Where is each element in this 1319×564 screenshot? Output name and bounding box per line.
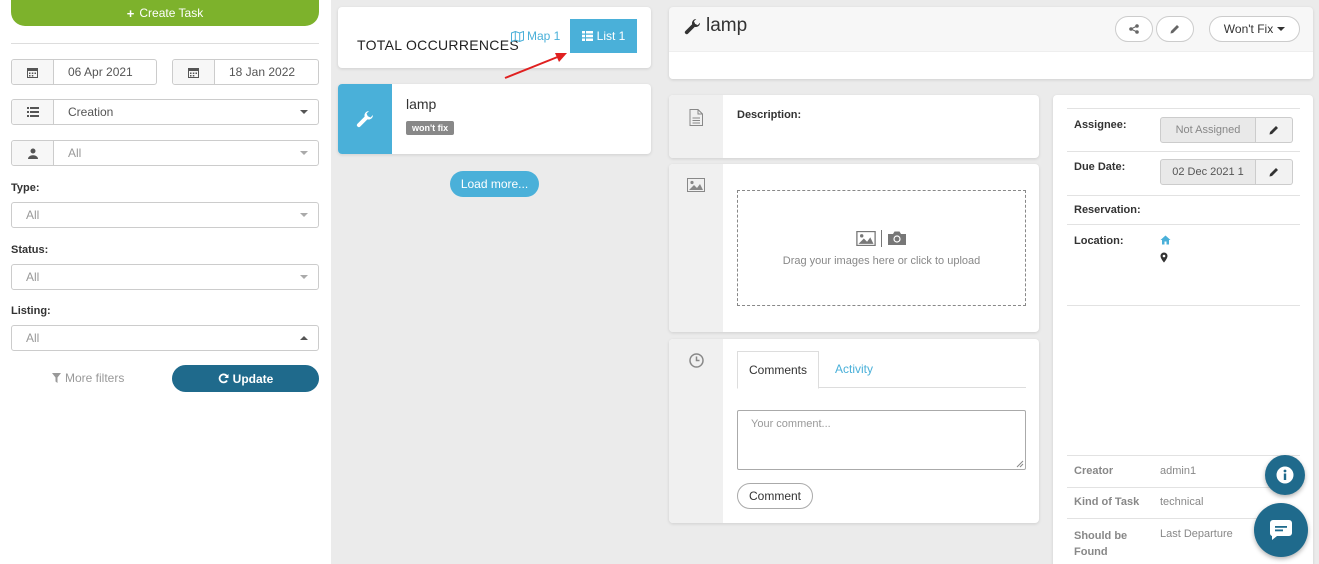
edit-button[interactable]: [1156, 16, 1194, 42]
kind-of-task-value: technical: [1160, 496, 1204, 508]
due-date-label: Due Date:: [1074, 161, 1126, 173]
image-upload-dropzone[interactable]: Drag your images here or click to upload: [737, 190, 1026, 306]
edit-assignee-button[interactable]: [1256, 117, 1293, 143]
calendar-icon: [12, 60, 54, 84]
info-fab-button[interactable]: [1265, 455, 1305, 495]
update-button[interactable]: Update: [172, 365, 319, 392]
chevron-down-icon: [300, 151, 308, 155]
creator-value: admin1: [1160, 465, 1197, 477]
due-date-field[interactable]: 02 Dec 2021 1: [1160, 159, 1293, 185]
listing-select[interactable]: All: [11, 325, 319, 351]
tab-comments[interactable]: Comments: [737, 351, 819, 389]
chevron-up-icon: [300, 336, 308, 340]
document-icon: [669, 95, 723, 158]
comment-button[interactable]: Comment: [737, 483, 813, 509]
divider: [1067, 224, 1300, 225]
comment-textarea[interactable]: Your comment...: [737, 410, 1026, 470]
home-icon: [1160, 235, 1171, 245]
type-select[interactable]: All: [11, 202, 319, 228]
divider: [1067, 455, 1300, 456]
load-more-button[interactable]: Load more...: [450, 171, 539, 197]
divider: [1067, 305, 1300, 306]
map-marker-icon: [1160, 252, 1168, 263]
divider: [1067, 108, 1300, 109]
create-task-button[interactable]: + Create Task: [11, 0, 319, 26]
wrench-icon: [338, 84, 392, 154]
edit-due-date-button[interactable]: [1256, 159, 1293, 185]
image-icon: [856, 230, 876, 246]
location-label: Location:: [1074, 235, 1124, 247]
status-badge: won't fix: [406, 121, 455, 135]
task-header-footer: [669, 51, 1313, 79]
filter-icon: [52, 373, 61, 383]
divider: [1067, 487, 1300, 488]
should-be-found-value: Last Departure: [1160, 528, 1233, 540]
assignee-field[interactable]: Not Assigned: [1160, 117, 1293, 143]
camera-icon: [888, 231, 906, 245]
separator: [881, 229, 882, 247]
image-icon: [669, 164, 723, 332]
type-label: Type:: [11, 182, 40, 194]
list-icon: [12, 100, 54, 124]
date-to-field[interactable]: 18 Jan 2022: [172, 59, 319, 85]
chat-icon: [1269, 520, 1292, 540]
description-label: Description:: [737, 109, 802, 121]
sort-select[interactable]: Creation: [11, 99, 319, 125]
map-icon: [511, 30, 524, 42]
pencil-icon: [1269, 168, 1278, 177]
chevron-down-icon: [300, 213, 308, 217]
chevron-down-icon: [300, 275, 308, 279]
divider: [1067, 195, 1300, 196]
divider: [1067, 151, 1300, 152]
reservation-label: Reservation:: [1074, 204, 1141, 216]
info-icon: [1276, 466, 1294, 484]
list-icon: [581, 31, 593, 41]
list-view-button[interactable]: List 1: [570, 19, 637, 53]
chevron-down-icon: [300, 110, 308, 114]
kind-of-task-label: Kind of Task: [1074, 496, 1140, 508]
share-icon: [1129, 24, 1139, 34]
user-select[interactable]: All: [11, 140, 319, 166]
creator-label: Creator: [1074, 465, 1114, 477]
chat-fab-button[interactable]: [1254, 503, 1308, 557]
pencil-icon: [1269, 126, 1278, 135]
user-icon: [12, 141, 54, 165]
description-section: [669, 95, 1039, 158]
listing-label: Listing:: [11, 305, 51, 317]
total-occurrences-label: TOTAL OCCURRENCES: [357, 37, 519, 53]
assignee-label: Assignee:: [1074, 119, 1127, 131]
upload-hint: Drag your images here or click to upload: [782, 254, 981, 267]
tab-activity[interactable]: Activity: [835, 362, 873, 376]
plus-icon: +: [126, 5, 135, 21]
divider: [11, 43, 319, 44]
wrench-icon: [684, 18, 701, 34]
share-button[interactable]: [1115, 16, 1153, 42]
clock-icon: [669, 339, 723, 523]
annotation-arrow: [504, 53, 567, 79]
calendar-icon: [173, 60, 215, 84]
status-dropdown[interactable]: Won't Fix: [1209, 16, 1300, 42]
date-from-field[interactable]: 06 Apr 2021: [11, 59, 157, 85]
map-view-link[interactable]: Map 1: [511, 29, 560, 43]
resize-handle-icon[interactable]: [1016, 460, 1024, 468]
status-select[interactable]: All: [11, 264, 319, 290]
chevron-down-icon: [1277, 27, 1286, 31]
refresh-icon: [218, 373, 229, 384]
task-title: lamp: [406, 96, 437, 112]
more-filters-button[interactable]: More filters: [52, 371, 124, 385]
status-label: Status:: [11, 244, 49, 256]
pencil-icon: [1170, 25, 1179, 34]
task-detail-title: lamp: [684, 15, 747, 37]
upload-icons: [856, 229, 907, 247]
should-be-found-label: Should be Found: [1074, 530, 1128, 558]
